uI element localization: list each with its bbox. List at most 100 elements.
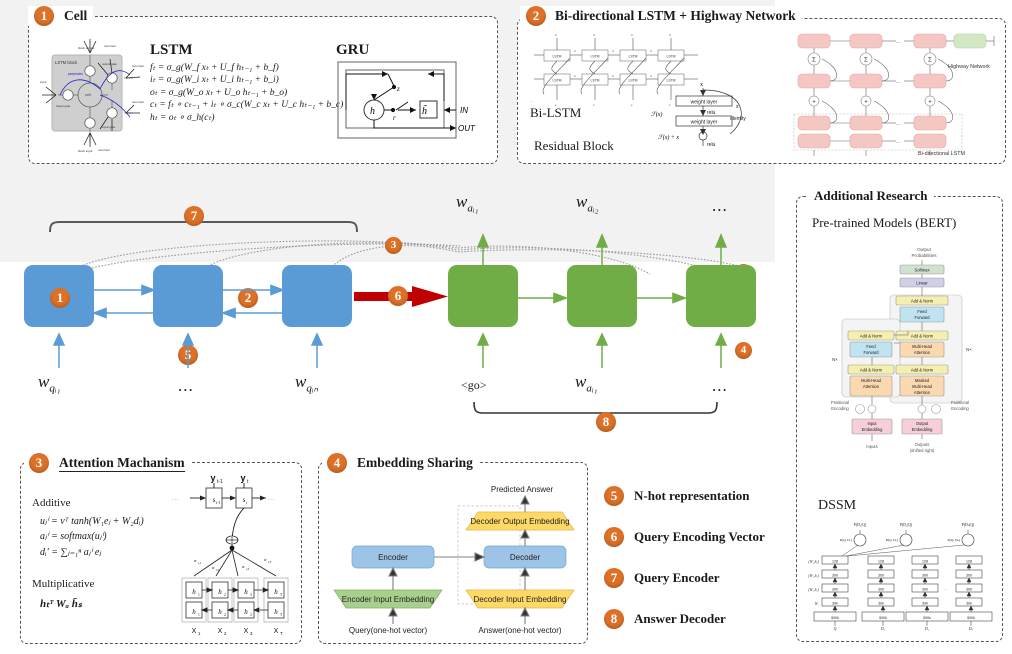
svg-text:h: h (650, 49, 652, 53)
enc-input-3-w: w (295, 372, 307, 391)
svg-text:t,T: t,T (268, 560, 272, 565)
svg-text:3: 3 (250, 631, 253, 636)
svg-text:h: h (192, 608, 196, 616)
svg-text:Output: Output (917, 247, 932, 252)
panel-embedding-header: 4 Embedding Sharing (322, 453, 478, 473)
decoder-input-arrows (476, 332, 728, 368)
svg-text:h: h (370, 106, 375, 117)
residual-caption: Residual Block (534, 138, 614, 153)
lstm-eq-c: cₜ = fₜ ∘ cₜ₋₁ + iₜ ∘ σ_c(W_c xₜ + U_c h… (150, 100, 344, 111)
svg-text:recurrent: recurrent (132, 100, 144, 104)
svg-text:Add & Norm: Add & Norm (860, 334, 883, 339)
decoder-cell-1[interactable] (448, 265, 518, 327)
svg-text:block output: block output (78, 46, 94, 50)
highway-network-label: Highway Network (948, 64, 990, 70)
encoder-input-arrows (52, 332, 324, 368)
svg-text:Encoder: Encoder (378, 553, 408, 562)
dssm-figure: P(D₁|Q) P(D₂|Q) P(Dₙ|Q) R(Q, D₁) R(Q, D₂) R(… (800, 518, 994, 636)
residual-block-figure: x weight layer weight layer relu relu x ide… (650, 78, 770, 148)
svg-text:h: h (218, 608, 222, 616)
badge-8-legend: 8 (604, 609, 624, 629)
marker-3: 3 (385, 235, 402, 254)
dec-out-2-sub: aᵢ₂ (587, 202, 599, 215)
svg-text:Multi-Head: Multi-Head (912, 344, 933, 349)
svg-text:(W₂,b₂): (W₂,b₂) (808, 588, 819, 593)
lstm-eq-o: oₜ = σ_g(W_o xₜ + U_o hₜ₋₁ + b_o) (150, 87, 288, 98)
svg-text:Encoding: Encoding (831, 406, 849, 411)
svg-text:LSTM block: LSTM block (55, 60, 78, 65)
svg-text:...: ... (896, 79, 901, 85)
svg-text:h: h (555, 33, 557, 37)
embedding-sharing-figure: Encoder Decoder Encoder Input Embedding … (326, 478, 578, 636)
svg-text:...: ... (896, 121, 901, 127)
dec-out-1-w: w (456, 192, 468, 211)
gru-heading: GRU (336, 42, 370, 58)
attention-figure: ss t-1 t yy t-1 t . . .. . . αααα t,1 t,2 t,… (170, 470, 294, 636)
svg-text:Forward: Forward (914, 315, 930, 320)
multiplicative-label: Multiplicative (32, 578, 95, 590)
svg-text:LSTM: LSTM (628, 55, 637, 59)
bert-heading: Pre-trained Models (BERT) (812, 215, 957, 230)
panel-embedding-title: Embedding Sharing (357, 455, 473, 471)
svg-text:Positional: Positional (831, 400, 849, 405)
svg-text:input gate: input gate (102, 125, 116, 129)
panel-cell-header: 1 Cell (28, 6, 94, 26)
svg-text:Encoder Input Embedding: Encoder Input Embedding (342, 595, 435, 604)
svg-text:30k: 30k (832, 602, 838, 606)
svg-text:2: 2 (224, 631, 227, 636)
svg-text:forget gate: forget gate (56, 104, 71, 108)
legend-label-5: N-hot representation (634, 488, 750, 503)
attn-eq-d: dᵢ′ = ∑ⱼ₌₁ⁿ aⱼⁱ eⱼ (40, 547, 102, 558)
svg-text:+: + (864, 100, 868, 106)
badge-3-panel: 3 (29, 453, 49, 473)
marker-1: 1 (50, 288, 70, 308)
svg-text:2: 2 (224, 593, 226, 597)
dec-in-2-w: w (575, 372, 587, 391)
svg-text:30k: 30k (878, 602, 884, 606)
lstm-eq-i: iₜ = σ_g(W_i xₜ + U_i hₜ₋₁ + b_i) (150, 75, 279, 86)
svg-text:Attention: Attention (863, 384, 880, 389)
attn-eq-u: uⱼⁱ = vᵀ tanh(W₁eⱼ + W₂dᵢ) (40, 516, 144, 527)
badge-6-legend: 6 (604, 527, 624, 547)
svg-text:R(Q, D₂): R(Q, D₂) (886, 538, 898, 543)
legend-label-7: Query Encoder (634, 570, 720, 585)
svg-text:128: 128 (878, 560, 884, 564)
legend-label-6: Query Encoding Vector (634, 529, 765, 544)
svg-text:500k: 500k (831, 616, 839, 620)
svg-text:Σ: Σ (928, 58, 932, 64)
svg-text:Add & Norm: Add & Norm (860, 368, 883, 373)
decoder-cell-3[interactable] (686, 265, 756, 327)
svg-text:1: 1 (198, 631, 201, 636)
svg-text:300: 300 (878, 588, 884, 592)
svg-text:128: 128 (966, 560, 972, 564)
svg-text:h: h (244, 588, 248, 596)
svg-text:recurrent: recurrent (98, 148, 110, 152)
additive-label: Additive (32, 497, 71, 509)
svg-text:h: h (274, 608, 278, 616)
svg-text:128: 128 (922, 560, 928, 564)
svg-text:h̃: h̃ (422, 104, 427, 117)
decoder-output-arrows (476, 233, 728, 268)
svg-text:1: 1 (198, 593, 200, 597)
panel-bilstm-header: 2 Bi-directional LSTM + Highway Network (520, 6, 802, 26)
decoder-input-label-1: <go> (461, 378, 487, 392)
svg-text:30k: 30k (966, 602, 972, 606)
svg-text:output gate: output gate (102, 62, 117, 66)
svg-text:Query(one-hot vector): Query(one-hot vector) (349, 626, 428, 635)
svg-text:(W₄,b₄): (W₄,b₄) (808, 560, 819, 565)
svg-text:identity: identity (730, 116, 746, 122)
svg-text:block input: block input (78, 149, 93, 153)
badge-1: 1 (34, 6, 54, 26)
svg-text:LSTM: LSTM (552, 79, 561, 83)
dssm-heading: DSSM (818, 498, 857, 513)
svg-text:300: 300 (922, 574, 928, 578)
svg-text:peepholes: peepholes (68, 72, 83, 76)
svg-text:h: h (612, 49, 614, 53)
lstm-cell-figure: LSTM block cell peepholes block output re… (38, 33, 148, 153)
svg-text:LSTM: LSTM (552, 55, 561, 59)
svg-text:Outputs: Outputs (915, 442, 930, 447)
svg-text:Embedding: Embedding (912, 427, 933, 432)
svg-text:1: 1 (198, 613, 200, 617)
svg-text:h: h (244, 608, 248, 616)
svg-text:x: x (630, 103, 633, 107)
